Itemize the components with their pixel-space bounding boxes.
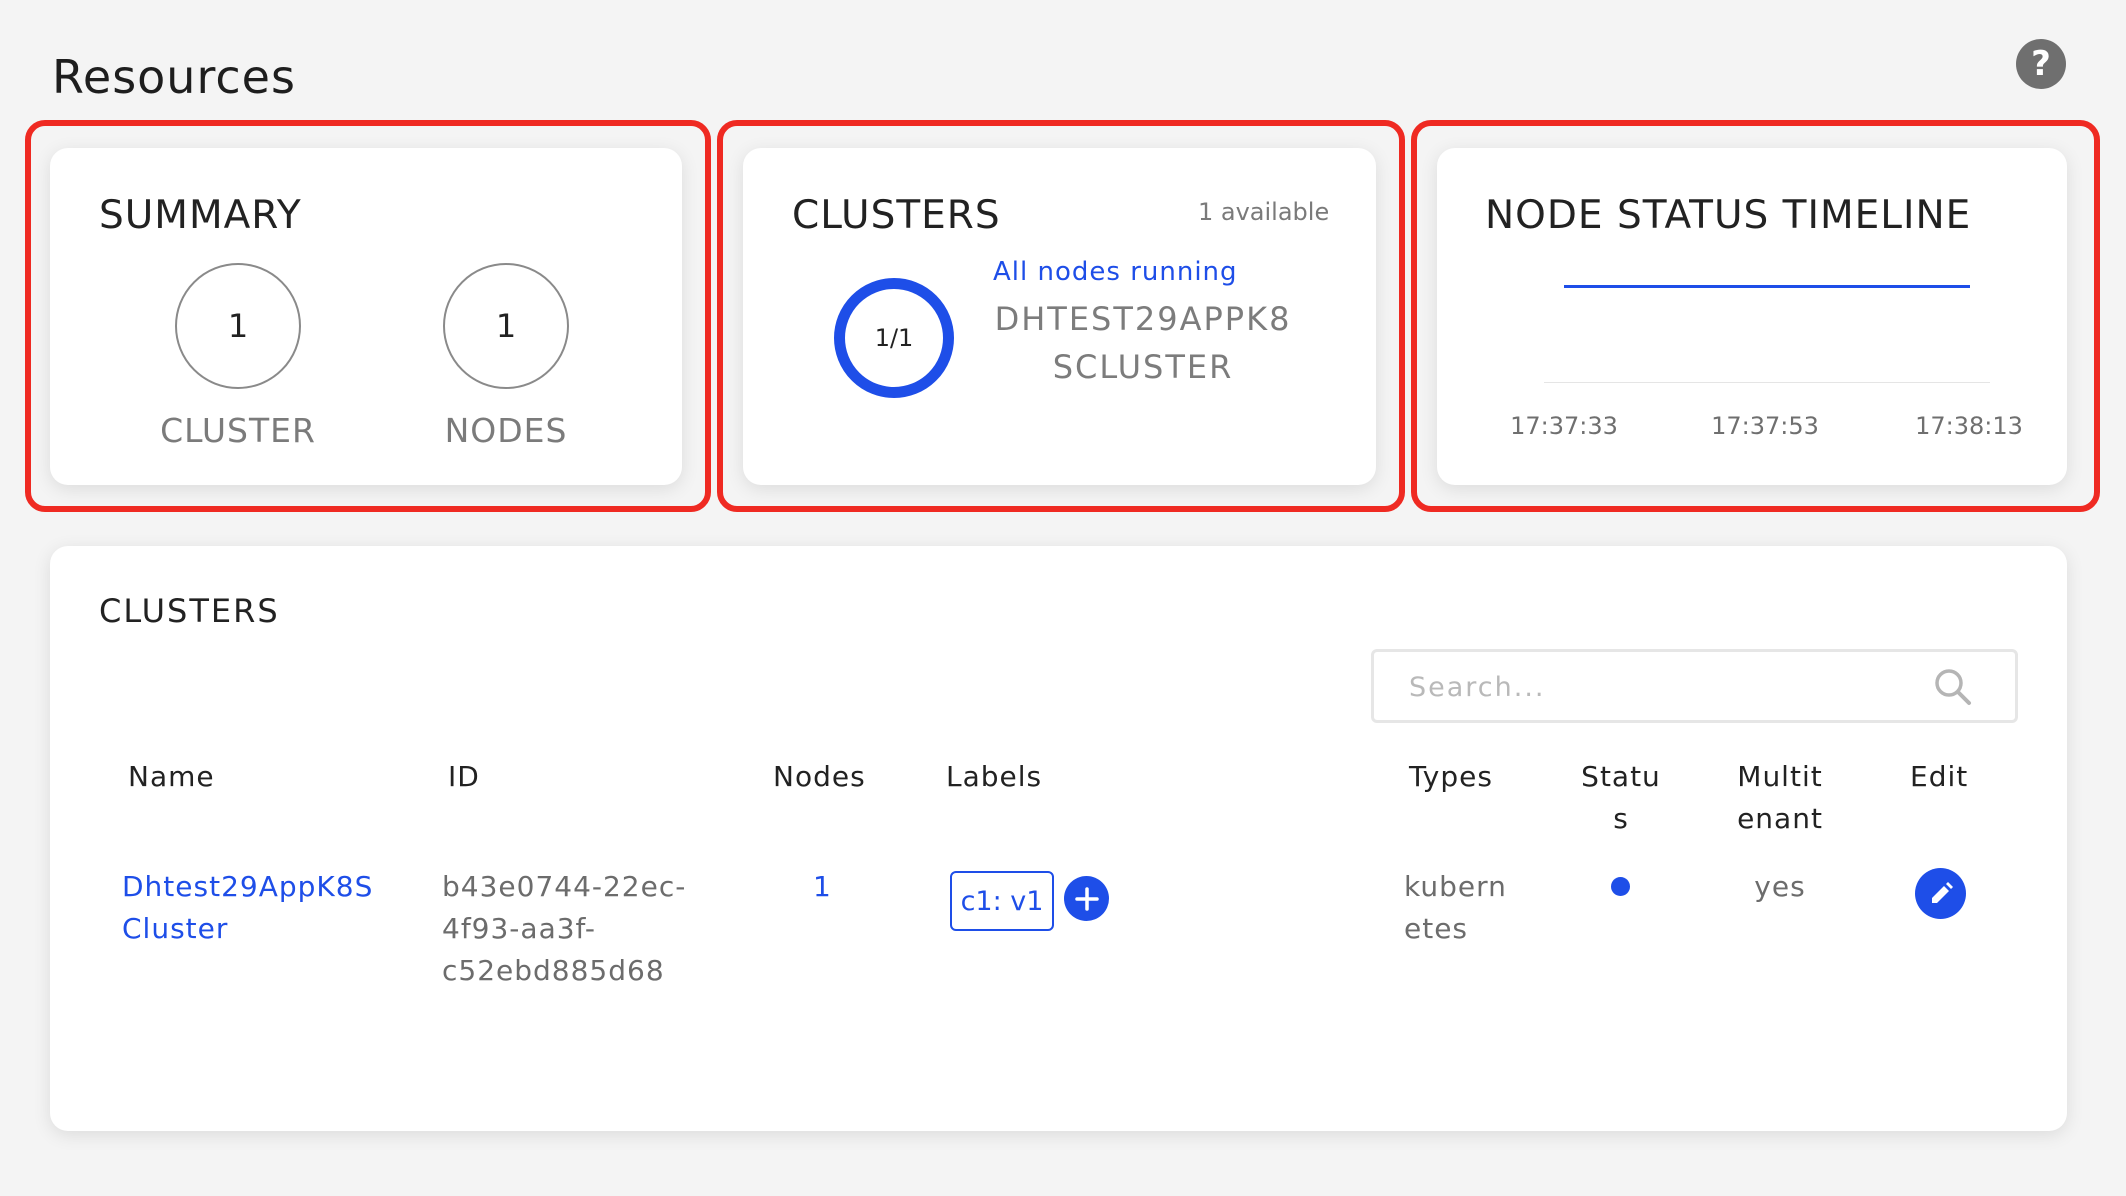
- search-input[interactable]: [1407, 666, 1931, 708]
- col-header-multitenant-line2: enant: [1737, 802, 1823, 835]
- cluster-name-link-line2: Cluster: [122, 912, 229, 945]
- cluster-type-line1: kubern: [1404, 870, 1507, 903]
- col-header-types[interactable]: Types: [1409, 756, 1493, 798]
- ring-value: 1/1: [874, 324, 914, 352]
- nodes-running-status[interactable]: All nodes running: [993, 257, 1238, 287]
- cluster-name-line2: SCLUSTER: [1052, 348, 1234, 386]
- cluster-multitenant: yes: [1754, 870, 1806, 903]
- edit-cluster-button[interactable]: [1915, 868, 1966, 919]
- cluster-type-line2: etes: [1404, 912, 1469, 945]
- timeline-tick: 17:38:13: [1915, 412, 2023, 440]
- cluster-nodes-link[interactable]: 1: [813, 866, 832, 908]
- col-header-status-line2: s: [1613, 802, 1629, 835]
- cluster-count: 1: [227, 307, 249, 345]
- col-header-labels[interactable]: Labels: [946, 756, 1042, 798]
- cluster-id-line3: c52ebd885d68: [442, 954, 665, 987]
- search-box[interactable]: [1371, 649, 2018, 723]
- col-header-status-line1: Statu: [1581, 760, 1661, 793]
- col-header-multitenant[interactable]: Multit enant: [1730, 756, 1830, 840]
- cluster-label: CLUSTER: [160, 411, 316, 450]
- pencil-icon: [1931, 881, 1953, 903]
- col-header-id[interactable]: ID: [448, 756, 480, 798]
- col-header-multitenant-line1: Multit: [1737, 760, 1823, 793]
- col-header-edit: Edit: [1910, 760, 1969, 793]
- clusters-heading: CLUSTERS: [792, 193, 1001, 238]
- cluster-id-line2: 4f93-aa3f-: [442, 912, 596, 945]
- plus-icon: [1074, 886, 1099, 911]
- timeline-tick: 17:37:33: [1510, 412, 1618, 440]
- timeline-series-line: [1564, 285, 1970, 288]
- status-indicator: [1611, 877, 1630, 896]
- add-label-button[interactable]: [1064, 876, 1109, 921]
- page-title: Resources: [52, 50, 296, 104]
- cluster-name-link[interactable]: Dhtest29AppK8S Cluster: [122, 866, 373, 950]
- nodes-count-circle: 1: [443, 263, 569, 389]
- cluster-name-link-line1: Dhtest29AppK8S: [122, 870, 374, 903]
- cluster-type: kubern etes: [1404, 866, 1507, 950]
- cluster-id-line1: b43e0744-22ec-: [442, 870, 687, 903]
- nodes-count: 1: [495, 307, 517, 345]
- col-header-name[interactable]: Name: [128, 756, 215, 798]
- cluster-id: b43e0744-22ec- 4f93-aa3f- c52ebd885d68: [442, 866, 686, 992]
- search-icon[interactable]: [1932, 666, 1974, 708]
- label-chip-text: c1: v1: [960, 885, 1044, 917]
- timeline-heading: NODE STATUS TIMELINE: [1485, 193, 1972, 238]
- clusters-available: 1 available: [1198, 198, 1330, 226]
- clusters-table-title: CLUSTERS: [99, 592, 280, 630]
- nodes-label: NODES: [444, 411, 568, 450]
- cluster-name-display: DHTEST29APPK8 SCLUSTER: [963, 295, 1323, 391]
- cluster-name-line1: DHTEST29APPK8: [994, 300, 1292, 338]
- help-icon[interactable]: ?: [2016, 39, 2066, 89]
- cluster-count-circle: 1: [175, 263, 301, 389]
- col-header-nodes[interactable]: Nodes: [773, 756, 866, 798]
- col-header-status[interactable]: Statu s: [1576, 756, 1666, 840]
- timeline-tick: 17:37:53: [1711, 412, 1819, 440]
- clusters-ring: 1/1: [834, 278, 954, 398]
- label-chip[interactable]: c1: v1: [950, 871, 1054, 931]
- timeline-axis: [1544, 382, 1990, 383]
- summary-heading: SUMMARY: [99, 193, 302, 238]
